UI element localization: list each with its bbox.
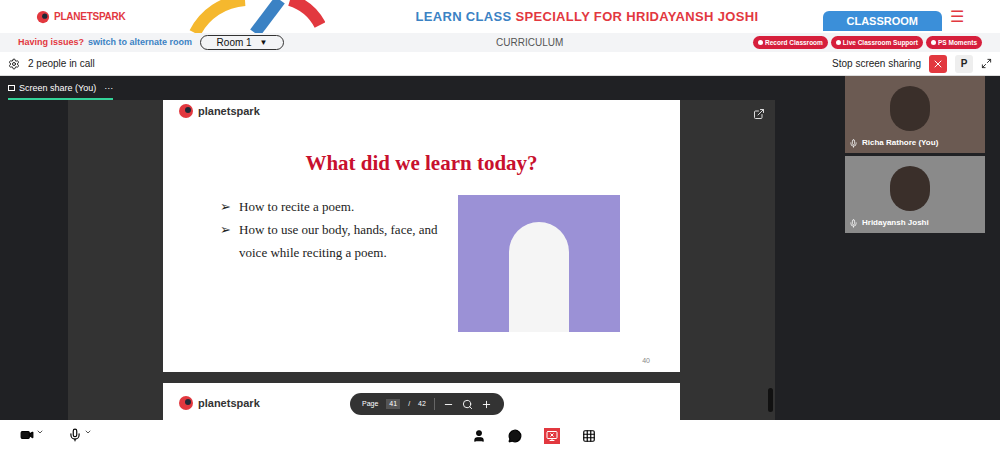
participant-tile: Hridayansh Joshi (845, 156, 985, 233)
caret-icon[interactable] (36, 428, 44, 436)
chat-icon[interactable] (508, 429, 522, 443)
participant-name: Hridayansh Joshi (862, 217, 929, 229)
whiteboard-icon[interactable] (582, 429, 596, 443)
stop-sharing-button[interactable] (929, 55, 947, 73)
mic-icon (849, 219, 858, 228)
red-pill-button[interactable]: Record Classroom (753, 36, 828, 50)
teacher-photo (458, 195, 620, 332)
camera-icon[interactable] (20, 428, 34, 442)
zoom-out-icon[interactable] (443, 399, 454, 410)
screen-share-area: planetspark What did we learn today? ➢How … (0, 100, 845, 420)
record-dot-icon (758, 40, 763, 45)
planet-icon (36, 10, 50, 24)
zoom-in-icon[interactable] (481, 399, 492, 410)
header: PLANETSPARK LEARN CLASS SPECIALLY FOR HRI… (0, 0, 1000, 33)
gear-icon[interactable] (8, 58, 20, 70)
arc-decoration-icon (185, 0, 325, 33)
stop-sharing-label[interactable]: Stop screen sharing (832, 56, 921, 71)
record-dot-icon (836, 40, 841, 45)
bullet-item: ➢How to recite a poem. (220, 195, 443, 218)
popout-icon[interactable] (753, 108, 765, 120)
tab-bar: Screen share (You)··· (0, 76, 845, 100)
planetspark-logo: planetspark (178, 103, 665, 120)
room-select[interactable]: Room 1▼ (200, 35, 284, 50)
sub-bar: Having issues? switch to alternate room Ro… (0, 33, 1000, 52)
mic-icon[interactable] (68, 428, 82, 442)
planet-icon (178, 395, 194, 411)
page-control: Page41/42 (350, 393, 504, 415)
call-bar: 2 people in call Stop screen sharing P (0, 52, 1000, 76)
people-count: 2 people in call (28, 56, 95, 71)
planetspark-logo: PLANETSPARK (36, 9, 126, 24)
slide: planetspark What did we learn today? ➢How … (163, 100, 680, 372)
zoom-icon[interactable] (462, 399, 473, 410)
participant-tile: Richa Rathore (You) (845, 76, 985, 153)
scrollbar[interactable] (768, 388, 773, 412)
record-dot-icon (931, 40, 936, 45)
bullet-list: ➢How to recite a poem.➢How to use our bo… (178, 195, 443, 332)
p-button[interactable]: P (955, 55, 973, 73)
planet-icon (178, 103, 194, 119)
screen-icon (8, 85, 15, 91)
mic-icon (849, 139, 858, 148)
tab[interactable]: Screen share (You)··· (8, 82, 113, 101)
red-pill-button[interactable]: PS Moments (926, 36, 982, 50)
page-title: LEARN CLASS SPECIALLY FOR HRIDAYANSH JOS… (416, 7, 759, 27)
close-icon (932, 58, 944, 70)
caret-icon[interactable] (84, 428, 92, 436)
slide-viewer: planetspark What did we learn today? ➢How … (68, 100, 775, 420)
bottom-toolbar (0, 420, 1000, 451)
red-pill-button[interactable]: Live Classroom Support (831, 36, 923, 50)
slide-number: 40 (642, 356, 650, 367)
expand-icon[interactable] (981, 58, 992, 69)
participant-name: Richa Rathore (You) (862, 137, 938, 149)
people-icon[interactable] (472, 429, 486, 443)
participant-panel: Richa Rathore (You) Hridayansh Joshi (845, 76, 1000, 420)
slide-title: What did we learn today? (178, 148, 665, 180)
classroom-app: PLANETSPARK LEARN CLASS SPECIALLY FOR HRI… (0, 0, 1000, 451)
page-input[interactable]: 41 (386, 399, 400, 410)
stop-share-icon (546, 430, 558, 442)
menu-button[interactable]: ☰ (950, 9, 964, 25)
screen-share-button[interactable] (544, 428, 560, 444)
issue-text: Having issues? (18, 36, 84, 50)
curriculum-link[interactable]: CURRICULUM (496, 35, 563, 50)
bullet-item: ➢How to use our body, hands, face, and v… (220, 218, 443, 264)
classroom-tab[interactable]: CLASSROOM (823, 11, 943, 32)
alternate-room-link[interactable]: switch to alternate room (88, 36, 192, 50)
